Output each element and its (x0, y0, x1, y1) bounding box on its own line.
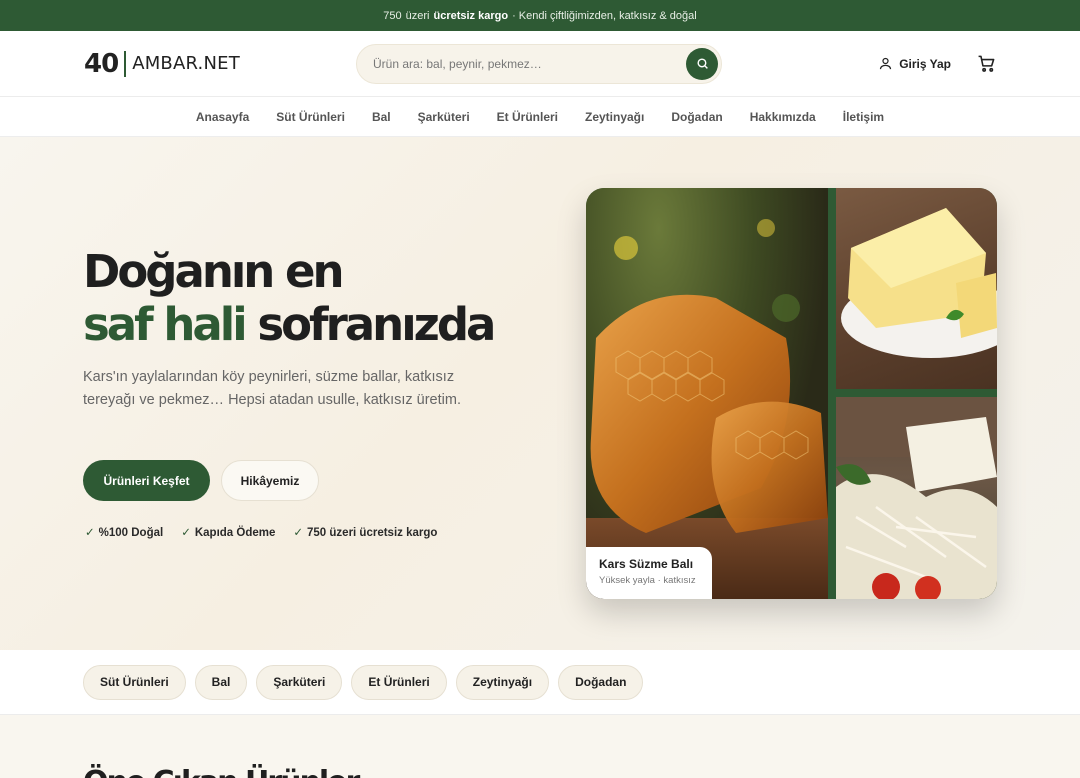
nav-item-honey[interactable]: Bal (372, 110, 391, 124)
badge-free-shipping: ✓ 750 üzeri ücretsiz kargo (293, 525, 437, 539)
check-icon: ✓ (181, 527, 191, 539)
featured-product-card[interactable]: Kars Süzme Balı Yüksek yayla · katkısız (586, 547, 712, 599)
promo-prefix: üzeri (405, 9, 430, 22)
nav-item-home[interactable]: Anasayfa (196, 110, 249, 124)
search-icon (696, 58, 708, 69)
hero-title: Doğanın en saf hali sofranızda (83, 245, 496, 351)
hero-section: Doğanın en saf hali sofranızda Kars'ın y… (0, 137, 1080, 650)
check-icon: ✓ (85, 527, 95, 539)
chip-meat[interactable]: Et Ürünleri (351, 664, 447, 700)
search-button[interactable] (686, 47, 718, 80)
trust-badges: ✓ %100 Doğal ✓ Kapıda Ödeme ✓ 750 üzeri ücr… (85, 525, 437, 539)
cheese-image (836, 397, 997, 599)
chip-olive-oil[interactable]: Zeytinyağı (455, 664, 550, 700)
user-icon (880, 57, 892, 70)
chip-honey[interactable]: Bal (194, 664, 248, 700)
nav-item-contact[interactable]: İletişim (843, 110, 884, 124)
nav-item-about[interactable]: Hakkımızda (750, 110, 816, 124)
chip-dairy[interactable]: Süt Ürünleri (83, 664, 186, 700)
nav-item-olive-oil[interactable]: Zeytinyağı (585, 110, 644, 124)
main-nav: Anasayfa Süt Ürünleri Bal Şarküteri Et Ü… (0, 97, 1080, 137)
nav-item-nature[interactable]: Doğadan (671, 110, 722, 124)
honeycomb-illustration (586, 219, 828, 599)
badge-label: Kapıda Ödeme (194, 527, 276, 539)
search-input[interactable] (373, 56, 686, 71)
butter-image (836, 188, 997, 389)
search-bar (356, 43, 722, 84)
chip-charcuterie[interactable]: Şarküteri (256, 664, 343, 700)
promo-bar: 750 üzeri ücretsiz kargo · Kendi çiftliğ… (0, 0, 1080, 31)
badge-label: 750 üzeri ücretsiz kargo (307, 527, 438, 539)
category-chips: Süt Ürünleri Bal Şarküteri Et Ürünleri Z… (0, 650, 1080, 715)
hero-subtitle: Kars'ın yaylalarından köy peynirleri, sü… (83, 369, 461, 408)
promo-amount: 750 (383, 9, 402, 22)
logo-number: 40 (84, 48, 119, 79)
hero-title-rest: sofranızda (257, 298, 496, 351)
chip-nature[interactable]: Doğadan (558, 664, 644, 700)
login-button[interactable]: Giriş Yap (878, 56, 951, 71)
nav-item-dairy[interactable]: Süt Ürünleri (276, 110, 345, 124)
hero-image-collage[interactable]: Kars Süzme Balı Yüksek yayla · katkısız (586, 188, 997, 599)
nav-item-charcuterie[interactable]: Şarküteri (418, 110, 470, 124)
featured-section-title: Öne Çıkan Ürünler (83, 765, 360, 778)
featured-product-subtitle: Yüksek yayla · katkısız (599, 575, 696, 586)
butter-illustration (841, 208, 997, 358)
our-story-button[interactable]: Hikâyemiz (221, 460, 319, 501)
badge-label: %100 Doğal (98, 527, 164, 539)
logo-text: AMBAR.NET (132, 53, 240, 74)
badge-cash-on-delivery: ✓ Kapıda Ödeme (181, 525, 275, 539)
promo-highlight: ücretsiz kargo (433, 9, 509, 22)
site-header: 40 AMBAR.NET Giriş Yap (0, 31, 1080, 97)
featured-section: Öne Çıkan Ürünler (0, 715, 1080, 778)
cheese-illustration (836, 397, 997, 599)
badge-natural: ✓ %100 Doğal (85, 525, 163, 539)
nav-item-meat[interactable]: Et Ürünleri (497, 110, 558, 124)
header-actions: Giriş Yap (878, 54, 996, 73)
hero-title-highlight: saf hali (83, 298, 248, 351)
explore-products-button[interactable]: Ürünleri Keşfet (83, 460, 210, 501)
cart-icon[interactable] (977, 54, 996, 73)
site-logo[interactable]: 40 AMBAR.NET (84, 49, 356, 79)
check-icon: ✓ (293, 527, 304, 539)
logo-divider (124, 50, 127, 77)
login-label: Giriş Yap (899, 56, 951, 71)
featured-product-title: Kars Süzme Balı (599, 557, 694, 571)
hero-title-line1: Doğanın en (83, 245, 345, 298)
honeycomb-image (586, 188, 828, 599)
promo-suffix: · Kendi çiftliğimizden, katkısız & doğal (512, 9, 697, 22)
